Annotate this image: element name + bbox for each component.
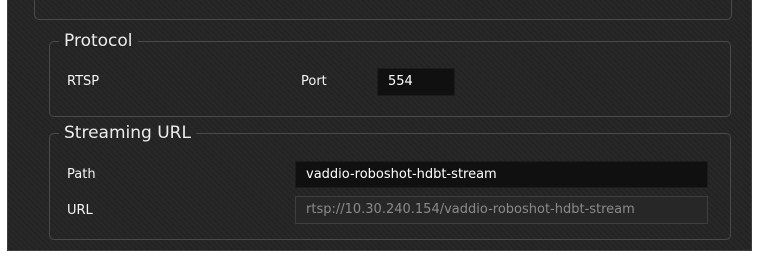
protocol-legend: Protocol [64, 31, 133, 51]
port-input[interactable]: 554 [377, 68, 455, 96]
path-label: Path [67, 167, 96, 182]
streaming-url-legend: Streaming URL [64, 123, 191, 143]
port-label: Port [301, 74, 327, 89]
url-field[interactable]: rtsp://10.30.240.154/vaddio-roboshot-hdb… [295, 196, 708, 224]
path-input[interactable]: vaddio-roboshot-hdbt-stream [295, 161, 708, 188]
url-label: URL [67, 203, 93, 218]
previous-section-panel [34, 0, 732, 20]
settings-panel: Protocol RTSP Port 554 Streaming URL Pat… [7, 0, 752, 251]
protocol-type-label: RTSP [67, 74, 100, 89]
